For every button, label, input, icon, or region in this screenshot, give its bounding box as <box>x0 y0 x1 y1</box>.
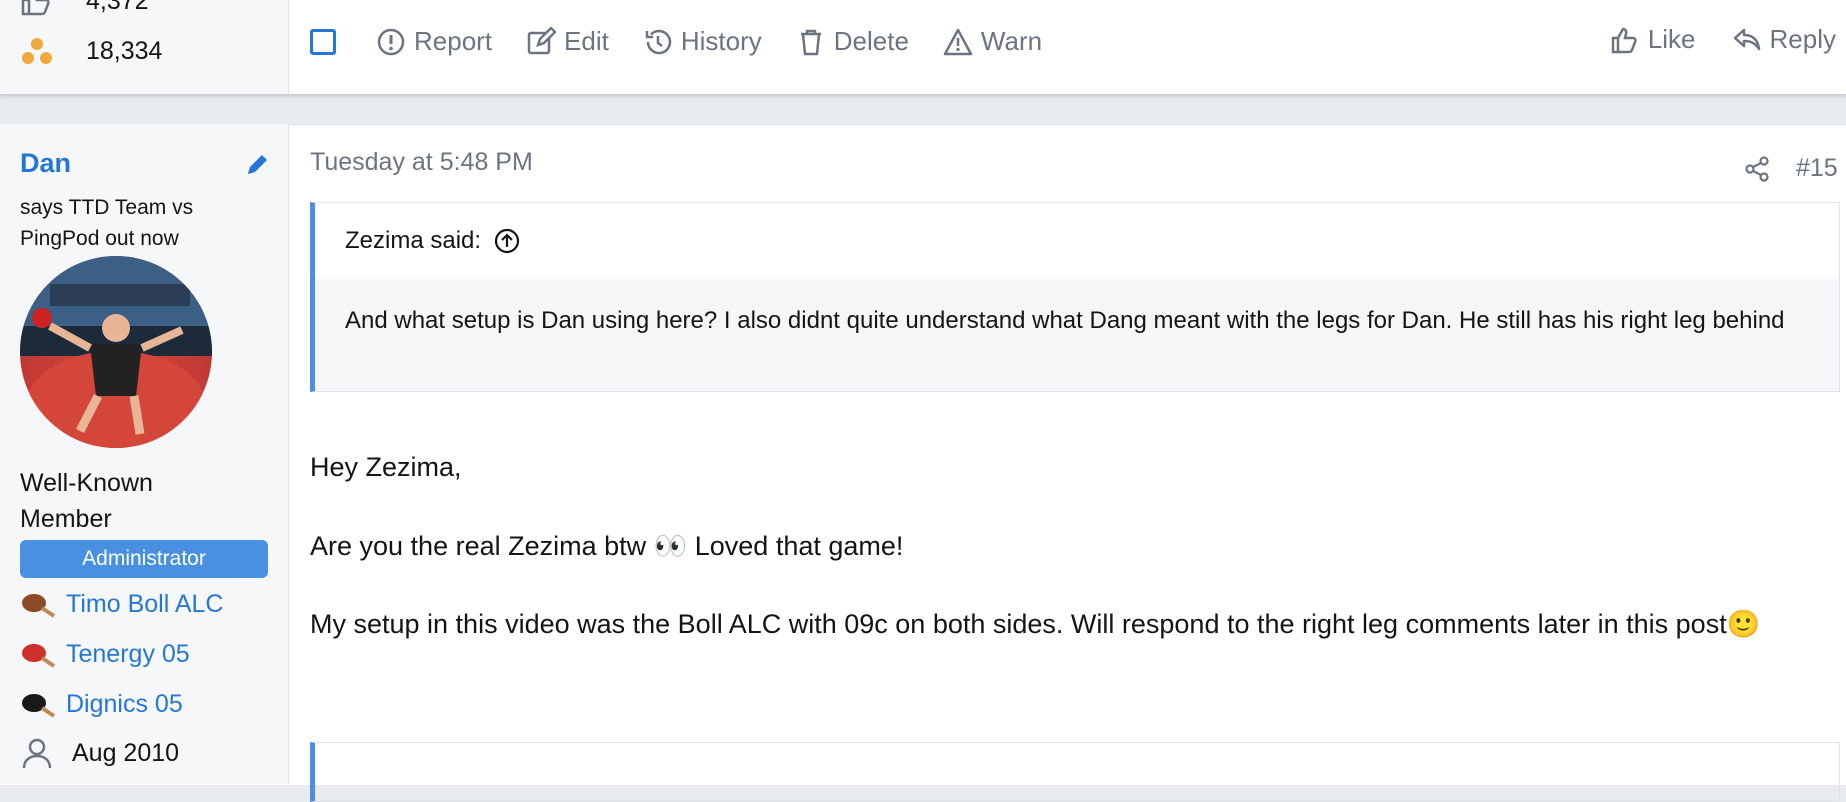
reaction-score-value: 4,372 <box>86 0 149 15</box>
history-label: History <box>680 26 762 56</box>
history-button[interactable]: History <box>643 26 762 57</box>
thumbs-up-icon <box>21 0 50 16</box>
equipment-forehand-rubber-label: Tenergy 05 <box>66 640 190 668</box>
joined-date: Aug 2010 <box>20 736 179 770</box>
previous-post-sidebar: 4,372 18,334 <box>0 0 289 94</box>
quote-header[interactable]: Zezima said: <box>345 227 521 255</box>
delete-button[interactable]: Delete <box>796 26 909 57</box>
user-custom-title: says TTD Team vs PingPod out now <box>20 196 194 250</box>
trophy-dots-icon <box>22 38 52 64</box>
warning-icon <box>943 28 973 55</box>
reply-label: Reply <box>1769 24 1836 54</box>
post-reaction-bar: Like Reply <box>1574 24 1836 55</box>
joined-date-value: Aug 2010 <box>72 738 180 767</box>
user-role-badge: Administrator <box>20 540 268 578</box>
quote-author: Zezima said: <box>345 227 482 254</box>
equipment-backhand-rubber-label: Dignics 05 <box>66 690 183 718</box>
edit-icon <box>527 26 557 54</box>
quote-text: And what setup is Dan using here? I also… <box>315 279 1839 391</box>
user-rank-title: Well-Known Member <box>20 469 153 533</box>
avatar-image <box>20 256 212 448</box>
equipment-blade-label: Timo Boll ALC <box>66 590 224 618</box>
arrow-up-circle-icon[interactable] <box>493 227 521 255</box>
pencil-icon[interactable] <box>244 152 270 178</box>
share-icon[interactable] <box>1742 154 1772 184</box>
quote-block: Zezima said: And what setup is Dan using… <box>310 202 1840 392</box>
equipment-blade-link[interactable]: Timo Boll ALC <box>20 590 223 619</box>
edit-button[interactable]: Edit <box>526 26 609 57</box>
thumbs-up-icon <box>1611 27 1637 53</box>
trash-icon <box>800 29 821 55</box>
select-post-checkbox[interactable] <box>310 28 336 55</box>
points-stat: 18,334 <box>20 36 162 66</box>
warn-button[interactable]: Warn <box>943 26 1042 57</box>
edit-label: Edit <box>564 26 609 56</box>
history-icon <box>645 29 672 54</box>
post-number-link[interactable]: #15 <box>1796 154 1838 183</box>
message-paragraph: Hey Zezima, <box>310 452 462 482</box>
reply-icon <box>1733 28 1760 50</box>
report-button[interactable]: Report <box>376 26 492 57</box>
reaction-score-stat: 4,372 <box>20 0 149 16</box>
user-icon <box>22 738 52 769</box>
delete-label: Delete <box>833 26 909 56</box>
message-paragraph: Are you the real Zezima btw 👀 Loved that… <box>310 531 904 561</box>
message-paragraph: My setup in this video was the Boll ALC … <box>310 609 1761 639</box>
paddle-icon <box>22 643 56 668</box>
quote-block-partial <box>310 742 1840 802</box>
equipment-forehand-rubber-link[interactable]: Tenergy 05 <box>20 640 190 669</box>
equipment-backhand-rubber-link[interactable]: Dignics 05 <box>20 690 183 719</box>
warn-label: Warn <box>980 26 1043 56</box>
post-timestamp-link[interactable]: Tuesday at 5:48 PM <box>310 148 533 177</box>
reply-button[interactable]: Reply <box>1732 24 1836 55</box>
like-label: Like <box>1647 24 1696 54</box>
paddle-icon <box>22 593 56 618</box>
points-value: 18,334 <box>86 36 163 65</box>
alert-circle-icon <box>377 28 405 55</box>
avatar[interactable] <box>20 256 212 448</box>
like-button[interactable]: Like <box>1610 24 1696 55</box>
post-action-bar: Report Edit History Delete Warn <box>310 26 1076 57</box>
paddle-icon <box>22 693 56 718</box>
username-link[interactable]: Dan <box>20 148 71 179</box>
report-label: Report <box>414 26 493 56</box>
